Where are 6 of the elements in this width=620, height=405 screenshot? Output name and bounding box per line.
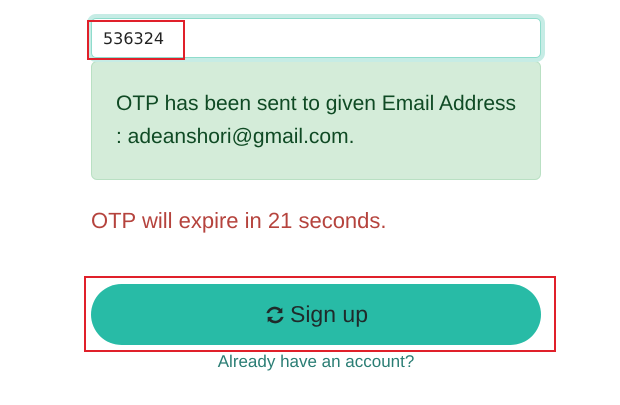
sign-up-button[interactable]: Sign up — [91, 284, 541, 345]
otp-field[interactable]: 536324 — [91, 18, 541, 58]
success-alert: OTP has been sent to given Email Address : adeanshori@gmail.com. — [91, 61, 541, 180]
login-link[interactable]: Already have an account? — [218, 352, 414, 372]
expiry-message: OTP will expire in 21 seconds. — [91, 208, 388, 234]
refresh-icon — [264, 304, 286, 326]
